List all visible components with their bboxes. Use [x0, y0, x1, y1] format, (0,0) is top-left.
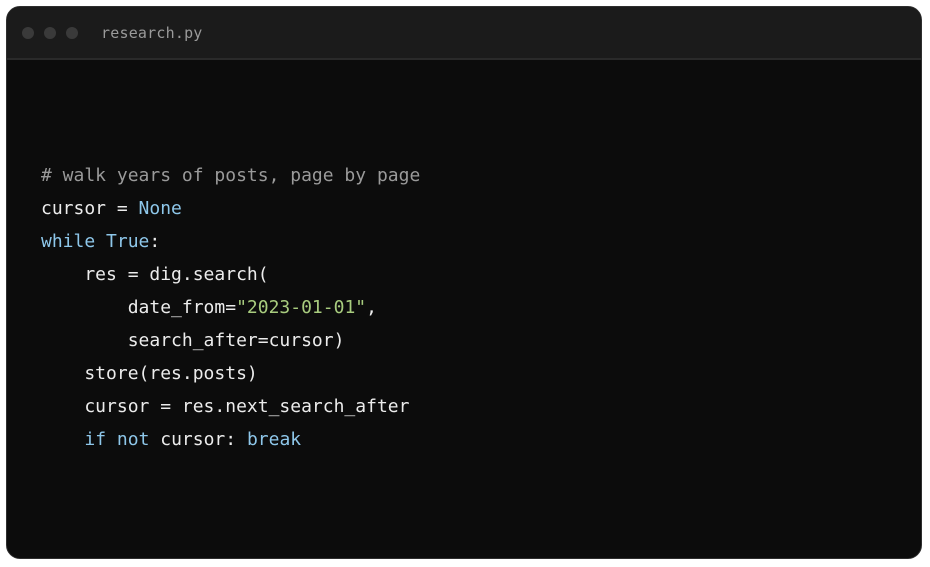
code-keyword: True [106, 231, 150, 252]
code-text: date_from= [41, 297, 237, 318]
code-window: research.py # walk years of posts, page … [6, 6, 922, 559]
code-keyword: None [138, 198, 182, 219]
title-bar: research.py [7, 7, 921, 59]
code-block: # walk years of posts, page by page curso… [41, 159, 420, 456]
code-line: date_from="2023-01-01", [41, 291, 420, 324]
code-text: cursor = res.next_search_after [41, 396, 410, 417]
code-line: store(res.posts) [41, 357, 420, 390]
code-comment: # walk years of posts, page by page [41, 165, 421, 186]
code-keyword: break [246, 429, 302, 450]
close-window-dot[interactable] [22, 27, 34, 39]
code-keyword: while [41, 231, 96, 252]
code-line: res = dig.search( [41, 258, 420, 291]
code-text: search_after=cursor) [41, 330, 345, 351]
code-line: # walk years of posts, page by page [41, 159, 420, 192]
code-text: store(res.posts) [41, 363, 258, 384]
code-line: cursor = res.next_search_after [41, 390, 420, 423]
code-string: "2023-01-01" [236, 297, 367, 318]
code-text: cursor = [41, 198, 139, 219]
code-text: cursor: [149, 429, 247, 450]
code-text: , [366, 297, 377, 318]
code-line: while True: [41, 225, 420, 258]
code-line: cursor = None [41, 192, 420, 225]
code-keyword: if [84, 429, 107, 450]
code-text: res = dig.search( [41, 264, 269, 285]
title-bar-divider [7, 58, 921, 60]
file-name-tab[interactable]: research.py [101, 22, 203, 44]
code-line: search_after=cursor) [41, 324, 420, 357]
minimize-window-dot[interactable] [44, 27, 56, 39]
code-keyword: not [116, 429, 150, 450]
maximize-window-dot[interactable] [66, 27, 78, 39]
code-line: if not cursor: break [41, 423, 420, 456]
code-text: : [149, 231, 161, 252]
